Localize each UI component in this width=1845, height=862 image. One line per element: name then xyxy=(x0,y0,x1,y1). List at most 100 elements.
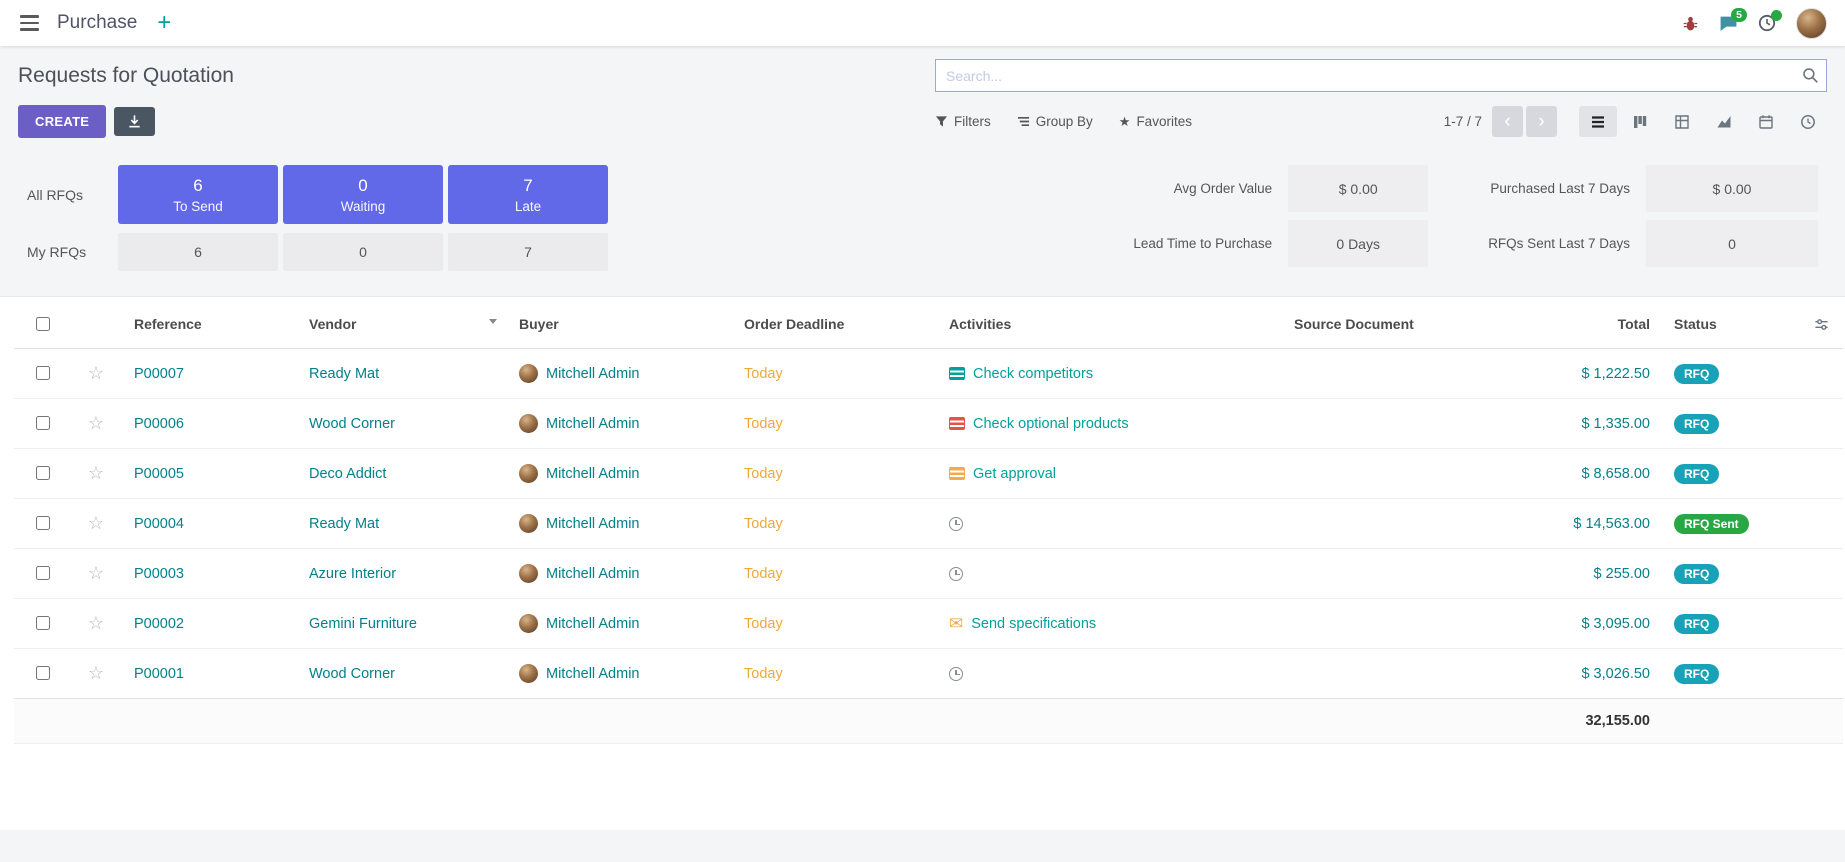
activity-icon[interactable] xyxy=(949,417,965,430)
select-all-checkbox[interactable] xyxy=(36,317,50,331)
reference-link[interactable]: P00007 xyxy=(134,366,184,382)
activities-clock-icon[interactable] xyxy=(1758,14,1776,32)
buyer-link[interactable]: Mitchell Admin xyxy=(546,366,639,382)
reference-link[interactable]: P00003 xyxy=(134,566,184,582)
calendar-view-button[interactable] xyxy=(1747,106,1785,137)
table-header-row: Reference Vendor Buyer Order Deadline Ac… xyxy=(14,297,1843,349)
row-checkbox[interactable] xyxy=(36,516,50,530)
navbar-plus-button[interactable]: + xyxy=(153,11,175,35)
my-to-send-value[interactable]: 6 xyxy=(118,233,278,271)
vendor-link[interactable]: Ready Mat xyxy=(309,366,379,382)
vendor-link[interactable]: Deco Addict xyxy=(309,466,386,482)
activity-view-button[interactable] xyxy=(1789,106,1827,137)
pager-next-button[interactable]: › xyxy=(1526,106,1557,137)
group-by-button[interactable]: Group By xyxy=(1017,114,1093,129)
reference-link[interactable]: P00002 xyxy=(134,616,184,632)
activity-icon[interactable] xyxy=(949,467,965,480)
header-status[interactable]: Status xyxy=(1662,297,1802,349)
activities-badge-dot xyxy=(1771,10,1782,21)
vendor-link[interactable]: Wood Corner xyxy=(309,666,395,682)
debug-bug-icon[interactable] xyxy=(1682,15,1699,32)
buyer-link[interactable]: Mitchell Admin xyxy=(546,616,639,632)
header-buyer[interactable]: Buyer xyxy=(507,297,732,349)
activity-icon[interactable] xyxy=(949,517,963,531)
header-total[interactable]: Total xyxy=(1497,297,1662,349)
table-row[interactable]: ☆ P00005 Deco Addict Mitchell Admin Toda… xyxy=(14,449,1843,499)
table-row[interactable]: ☆ P00006 Wood Corner Mitchell Admin Toda… xyxy=(14,399,1843,449)
table-row[interactable]: ☆ P00004 Ready Mat Mitchell Admin Today xyxy=(14,499,1843,549)
buyer-link[interactable]: Mitchell Admin xyxy=(546,466,639,482)
user-avatar[interactable] xyxy=(1796,8,1827,39)
favorite-star-icon[interactable]: ☆ xyxy=(88,463,104,483)
header-vendor[interactable]: Vendor xyxy=(297,297,507,349)
pager-previous-button[interactable]: ‹ xyxy=(1492,106,1523,137)
table-row[interactable]: ☆ P00001 Wood Corner Mitchell Admin Toda… xyxy=(14,649,1843,699)
table-row[interactable]: ☆ P00007 Ready Mat Mitchell Admin Today xyxy=(14,349,1843,399)
buyer-link[interactable]: Mitchell Admin xyxy=(546,516,639,532)
activity-label[interactable]: Send specifications xyxy=(971,616,1096,632)
status-badge: RFQ Sent xyxy=(1674,514,1749,534)
search-input[interactable] xyxy=(935,59,1827,92)
source-document-cell xyxy=(1282,449,1497,499)
activity-icon[interactable] xyxy=(949,667,963,681)
favorite-star-icon[interactable]: ☆ xyxy=(88,663,104,683)
favorite-star-icon[interactable]: ☆ xyxy=(88,513,104,533)
reference-link[interactable]: P00004 xyxy=(134,516,184,532)
row-checkbox[interactable] xyxy=(36,566,50,580)
total-cell: $ 1,335.00 xyxy=(1497,399,1662,449)
header-activities[interactable]: Activities xyxy=(937,297,1282,349)
reference-link[interactable]: P00001 xyxy=(134,666,184,682)
reference-link[interactable]: P00005 xyxy=(134,466,184,482)
row-checkbox[interactable] xyxy=(36,366,50,380)
buyer-link[interactable]: Mitchell Admin xyxy=(546,416,639,432)
pivot-view-icon xyxy=(1674,114,1690,130)
vendor-link[interactable]: Gemini Furniture xyxy=(309,616,417,632)
favorite-star-icon[interactable]: ☆ xyxy=(88,363,104,383)
my-late-value[interactable]: 7 xyxy=(448,233,608,271)
table-row[interactable]: ☆ P00002 Gemini Furniture Mitchell Admin… xyxy=(14,599,1843,649)
activity-icon[interactable] xyxy=(949,567,963,581)
create-button[interactable]: CREATE xyxy=(18,105,106,138)
search-icon[interactable] xyxy=(1802,67,1819,84)
favorite-star-icon[interactable]: ☆ xyxy=(88,563,104,583)
app-name[interactable]: Purchase xyxy=(57,12,137,34)
vendor-link[interactable]: Ready Mat xyxy=(309,516,379,532)
vendor-link[interactable]: Azure Interior xyxy=(309,566,396,582)
row-checkbox[interactable] xyxy=(36,666,50,680)
activity-label[interactable]: Check competitors xyxy=(973,366,1093,382)
apps-menu-icon[interactable] xyxy=(18,11,41,35)
reference-link[interactable]: P00006 xyxy=(134,416,184,432)
list-view-button[interactable] xyxy=(1579,106,1617,137)
my-waiting-value[interactable]: 0 xyxy=(283,233,443,271)
activity-icon[interactable] xyxy=(949,367,965,380)
filters-button[interactable]: Filters xyxy=(935,114,991,129)
table-row[interactable]: ☆ P00003 Azure Interior Mitchell Admin T… xyxy=(14,549,1843,599)
messages-icon[interactable]: 5 xyxy=(1719,15,1738,32)
buyer-link[interactable]: Mitchell Admin xyxy=(546,666,639,682)
kanban-view-button[interactable] xyxy=(1621,106,1659,137)
export-download-button[interactable] xyxy=(114,107,155,136)
filter-funnel-icon xyxy=(935,115,948,128)
header-reference[interactable]: Reference xyxy=(122,297,297,349)
purchased-last-7-days-label: Purchased Last 7 Days xyxy=(1446,181,1630,196)
activity-label[interactable]: Get approval xyxy=(973,466,1056,482)
favorite-star-icon[interactable]: ☆ xyxy=(88,613,104,633)
graph-view-button[interactable] xyxy=(1705,106,1743,137)
avg-order-value: $ 0.00 xyxy=(1288,165,1428,212)
late-card[interactable]: 7Late xyxy=(448,165,608,224)
header-order-deadline[interactable]: Order Deadline xyxy=(732,297,937,349)
row-checkbox[interactable] xyxy=(36,616,50,630)
activity-icon[interactable]: ✉ xyxy=(949,615,963,632)
row-checkbox[interactable] xyxy=(36,466,50,480)
buyer-link[interactable]: Mitchell Admin xyxy=(546,566,639,582)
to-send-card[interactable]: 6To Send xyxy=(118,165,278,224)
activity-label[interactable]: Check optional products xyxy=(973,416,1129,432)
row-checkbox[interactable] xyxy=(36,416,50,430)
header-source-document[interactable]: Source Document xyxy=(1282,297,1497,349)
optional-columns-button[interactable] xyxy=(1802,297,1843,349)
vendor-link[interactable]: Wood Corner xyxy=(309,416,395,432)
waiting-card[interactable]: 0Waiting xyxy=(283,165,443,224)
pivot-view-button[interactable] xyxy=(1663,106,1701,137)
favorites-button[interactable]: ★ Favorites xyxy=(1119,114,1192,130)
favorite-star-icon[interactable]: ☆ xyxy=(88,413,104,433)
